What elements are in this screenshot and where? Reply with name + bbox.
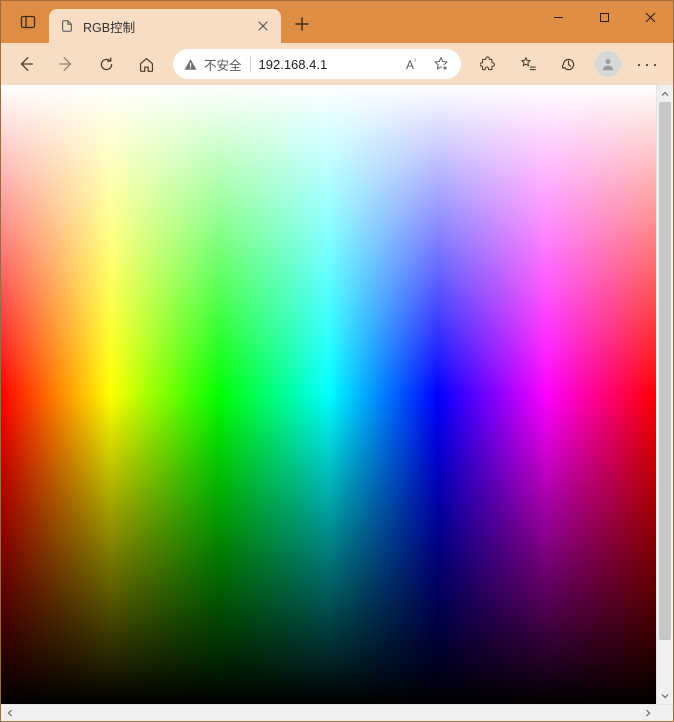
page-favicon-icon	[59, 18, 75, 34]
maximize-button[interactable]	[581, 1, 627, 33]
extensions-button[interactable]	[469, 47, 507, 81]
tab-active[interactable]: RGB控制	[49, 9, 281, 43]
chevron-up-icon	[661, 90, 669, 98]
scroll-left-button[interactable]	[1, 705, 18, 721]
more-button[interactable]: ···	[629, 47, 667, 81]
tab-actions-icon	[20, 14, 36, 30]
scroll-down-button[interactable]	[657, 687, 673, 704]
favorite-button[interactable]	[427, 51, 455, 77]
rgb-color-picker[interactable]	[1, 85, 656, 704]
arrow-left-icon	[17, 55, 35, 73]
person-icon	[600, 56, 616, 72]
read-aloud-button[interactable]: A⁾	[397, 51, 425, 77]
scroll-up-button[interactable]	[657, 85, 673, 102]
star-plus-icon	[433, 56, 449, 72]
plus-icon	[295, 17, 309, 31]
vertical-scrollbar[interactable]	[656, 85, 673, 704]
history-icon	[560, 56, 577, 73]
scrollbar-track-h[interactable]	[18, 705, 639, 721]
history-button[interactable]	[549, 47, 587, 81]
tab-close-button[interactable]	[253, 16, 273, 36]
avatar	[595, 51, 621, 77]
tab-strip: RGB控制	[1, 1, 317, 43]
scrollbar-corner	[656, 705, 673, 721]
warning-triangle-icon	[183, 57, 198, 72]
refresh-icon	[98, 56, 115, 73]
browser-window: RGB控制	[0, 0, 674, 722]
home-button[interactable]	[127, 47, 165, 81]
ellipsis-icon: ···	[636, 54, 660, 75]
horizontal-scrollbar[interactable]	[1, 704, 673, 721]
close-icon	[645, 12, 656, 23]
scrollbar-track[interactable]	[657, 102, 673, 687]
star-lines-icon	[520, 56, 537, 73]
black-gradient-layer	[1, 85, 656, 704]
content-body	[1, 85, 673, 704]
content-area	[1, 85, 673, 721]
page-viewport	[1, 85, 656, 704]
back-button[interactable]	[7, 47, 45, 81]
minimize-button[interactable]	[535, 1, 581, 33]
security-indicator[interactable]: 不安全	[183, 55, 242, 74]
minimize-icon	[553, 12, 564, 23]
scroll-right-button[interactable]	[639, 705, 656, 721]
favorites-button[interactable]	[509, 47, 547, 81]
arrow-right-icon	[57, 55, 75, 73]
scrollbar-thumb[interactable]	[659, 102, 671, 640]
toolbar: 不安全 192.168.4.1 A⁾	[1, 43, 673, 85]
puzzle-icon	[480, 56, 497, 73]
home-icon	[138, 56, 155, 73]
read-aloud-icon: A⁾	[406, 57, 416, 72]
forward-button[interactable]	[47, 47, 85, 81]
refresh-button[interactable]	[87, 47, 125, 81]
close-icon	[258, 21, 268, 31]
tab-title: RGB控制	[83, 17, 245, 36]
new-tab-button[interactable]	[287, 9, 317, 39]
close-window-button[interactable]	[627, 1, 673, 33]
omnibox-separator	[250, 56, 251, 72]
chevron-down-icon	[661, 692, 669, 700]
profile-button[interactable]	[589, 47, 627, 81]
tab-actions-button[interactable]	[11, 7, 45, 37]
chevron-right-icon	[644, 709, 652, 717]
url-text: 192.168.4.1	[259, 57, 389, 72]
maximize-icon	[599, 12, 610, 23]
omnibox-actions: A⁾	[397, 51, 455, 77]
window-controls	[535, 1, 673, 33]
chevron-left-icon	[6, 709, 14, 717]
security-label: 不安全	[204, 55, 242, 74]
titlebar: RGB控制	[1, 1, 673, 43]
address-bar[interactable]: 不安全 192.168.4.1 A⁾	[173, 49, 461, 79]
